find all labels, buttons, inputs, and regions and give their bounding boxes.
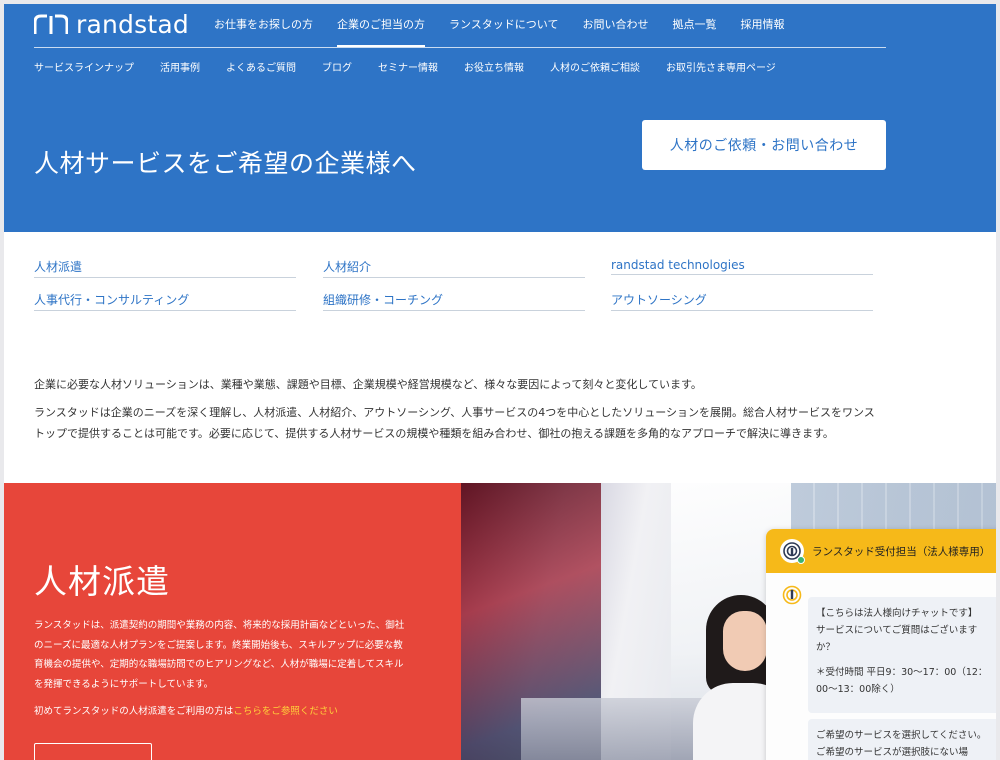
randstad-logo[interactable]: randstad — [34, 10, 189, 39]
nav-divider — [34, 47, 886, 48]
sub-nav: サービスラインナップ 活用事例 よくあるご質問 ブログ セミナー情報 お役立ち情… — [34, 59, 802, 74]
chat-header[interactable]: ランスタッド受付担当（法人様専用） — [766, 529, 996, 573]
randstad-logo-icon — [34, 14, 68, 34]
photo-person-face — [723, 611, 767, 671]
first-time-note: 初めてランスタッドの人材派遣をご利用の方はこちらをご参照ください — [34, 703, 338, 717]
brand-name: randstad — [76, 10, 189, 39]
nav-item-locations[interactable]: 拠点一覧 — [672, 16, 716, 47]
chat-widget[interactable]: ランスタッド受付担当（法人様専用） 【こちらは法人様向けチャットです】 サービス… — [766, 529, 996, 760]
online-status-dot — [797, 556, 805, 564]
feature-description: ランスタッドは、派遣契約の期間や業務の内容、将来的な採用計画などといった、御社の… — [34, 620, 405, 690]
page-frame: randstad お仕事をお探しの方 企業のご担当の方 ランスタッドについて お… — [4, 4, 996, 760]
subnav-client-page[interactable]: お取引先さま専用ページ — [666, 59, 776, 74]
subnav-service-lineup[interactable]: サービスラインナップ — [34, 59, 134, 74]
intro-paragraph-1: 企業に必要な人材ソリューションは、業種や業態、課題や目標、企業規模や経営規模など… — [34, 378, 702, 391]
staffing-feature: 人材派遣 ランスタッドは、派遣契約の期間や業務の内容、将来的な採用計画などといっ… — [4, 483, 461, 760]
chat-message-1: 【こちらは法人様向けチャットです】 サービスについてご質問はございますか？ ＊受… — [808, 597, 996, 713]
nav-item-jobseekers[interactable]: お仕事をお探しの方 — [214, 16, 313, 47]
nav-item-contact[interactable]: お問い合わせ — [582, 16, 648, 47]
chat-message-2-line-1: ご希望のサービスを選択してください。 — [816, 730, 987, 741]
service-link-placement[interactable]: 人材紹介 — [323, 258, 585, 278]
chat-title: ランスタッド受付担当（法人様専用） — [812, 545, 991, 558]
subnav-useful-info[interactable]: お役立ち情報 — [464, 59, 524, 74]
chat-messages: 【こちらは法人様向けチャットです】 サービスについてご質問はございますか？ ＊受… — [766, 573, 996, 760]
service-link-technologies[interactable]: randstad technologies — [611, 258, 873, 275]
subnav-faq[interactable]: よくあるご質問 — [226, 59, 296, 74]
chat-bot-icon — [782, 585, 802, 605]
chat-agent-avatar — [780, 539, 805, 564]
nav-item-about[interactable]: ランスタッドについて — [449, 16, 558, 47]
feature-detail-button[interactable] — [34, 743, 152, 760]
subnav-blog[interactable]: ブログ — [322, 59, 352, 74]
nav-item-companies[interactable]: 企業のご担当の方 — [337, 16, 425, 47]
feature-title: 人材派遣 — [34, 562, 170, 601]
chat-message-2: ご希望のサービスを選択してください。 ご希望のサービスが選択肢にない場 — [808, 719, 996, 760]
intro-text: 企業に必要な人材ソリューションは、業種や業態、課題や目標、企業規模や経営規模など… — [34, 374, 880, 451]
first-time-text: 初めてランスタッドの人材派遣をご利用の方は — [34, 706, 234, 717]
first-time-link[interactable]: こちらをご参照ください — [233, 706, 338, 717]
chat-message-2-line-2: ご希望のサービスが選択肢にない場 — [816, 747, 969, 758]
intro-paragraph-2: ランスタッドは企業のニーズを深く理解し、人材派遣、人材紹介、アウトソーシング、人… — [34, 406, 875, 440]
header-hero: randstad お仕事をお探しの方 企業のご担当の方 ランスタッドについて お… — [4, 4, 996, 232]
inquiry-button[interactable]: 人材のご依頼・お問い合わせ — [642, 120, 886, 170]
service-link-staffing[interactable]: 人材派遣 — [34, 258, 296, 278]
service-link-outsourcing[interactable]: アウトソーシング — [611, 291, 873, 311]
page-title: 人材サービスをご希望の企業様へ — [34, 149, 417, 178]
subnav-staffing-request[interactable]: 人材のご依頼ご相談 — [550, 59, 640, 74]
subnav-seminars[interactable]: セミナー情報 — [378, 59, 438, 74]
chat-message-1-line-1: 【こちらは法人様向けチャットです】 — [816, 608, 978, 619]
subnav-case-studies[interactable]: 活用事例 — [160, 59, 200, 74]
chat-message-1-line-3: ＊受付時間 平日9：30〜17：00（12：00〜13：00除く） — [816, 667, 988, 695]
nav-item-careers[interactable]: 採用情報 — [740, 16, 784, 47]
chat-message-1-line-2: サービスについてご質問はございますか？ — [816, 625, 978, 653]
main-nav: お仕事をお探しの方 企業のご担当の方 ランスタッドについて お問い合わせ 拠点一… — [214, 16, 808, 47]
service-link-hr-consulting[interactable]: 人事代行・コンサルティング — [34, 291, 296, 311]
service-link-training[interactable]: 組織研修・コーチング — [323, 291, 585, 311]
